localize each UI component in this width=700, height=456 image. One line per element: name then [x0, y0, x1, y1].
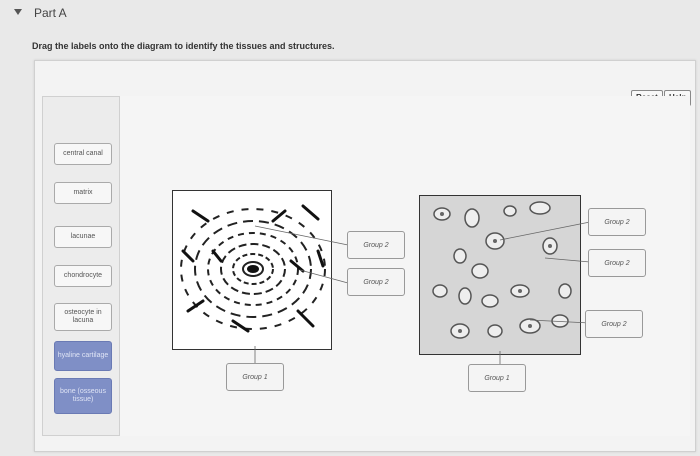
drop-target-cartilage-group2-b[interactable]: Group 2: [588, 249, 646, 277]
label-bone-osseous-tissue[interactable]: bone (osseous tissue): [54, 378, 112, 414]
instructions-text: Drag the labels onto the diagram to iden…: [32, 41, 335, 51]
label-osteocyte-in-lacuna[interactable]: osteocyte in lacuna: [54, 303, 112, 331]
label-matrix[interactable]: matrix: [54, 182, 112, 204]
bone-micrograph-image: [172, 190, 332, 350]
collapse-caret-icon[interactable]: [14, 9, 22, 15]
label-central-canal[interactable]: central canal: [54, 143, 112, 165]
drop-target-cartilage-group2-a[interactable]: Group 2: [588, 208, 646, 236]
part-title: Part A: [34, 6, 67, 20]
drop-target-cartilage-group2-c[interactable]: Group 2: [585, 310, 643, 338]
drop-target-bone-group2-a[interactable]: Group 2: [347, 231, 405, 259]
drop-target-cartilage-group1[interactable]: Group 1: [468, 364, 526, 392]
label-chondrocyte[interactable]: chondrocyte: [54, 265, 112, 287]
label-hyaline-cartilage[interactable]: hyaline cartilage: [54, 341, 112, 371]
part-header[interactable]: Part A: [0, 0, 700, 28]
drop-target-bone-group1[interactable]: Group 1: [226, 363, 284, 391]
drop-target-bone-group2-b[interactable]: Group 2: [347, 268, 405, 296]
cartilage-micrograph-image: [419, 195, 581, 355]
label-lacunae[interactable]: lacunae: [54, 226, 112, 248]
